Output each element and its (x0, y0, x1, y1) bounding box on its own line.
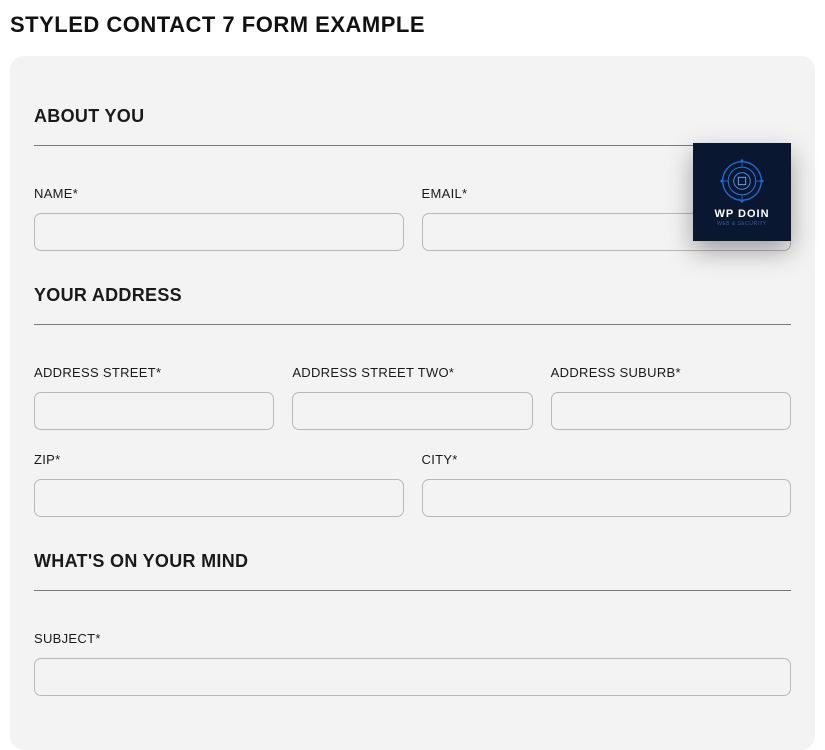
divider (34, 324, 791, 325)
field-subject: SUBJECT* (34, 631, 791, 696)
section-your-address: YOUR ADDRESS ADDRESS STREET* ADDRESS STR… (34, 285, 791, 517)
divider (34, 590, 791, 591)
input-city[interactable] (422, 479, 792, 517)
label-city: CITY* (422, 452, 792, 467)
divider (34, 145, 791, 146)
input-name[interactable] (34, 213, 404, 251)
label-zip: ZIP* (34, 452, 404, 467)
label-name: NAME* (34, 186, 404, 201)
section-about-you: ABOUT YOU NAME* EMAIL* (34, 106, 791, 251)
page-title: STYLED CONTACT 7 FORM EXAMPLE (0, 0, 825, 48)
row-address-three: ADDRESS STREET* ADDRESS STREET TWO* ADDR… (34, 365, 791, 430)
field-zip: ZIP* (34, 452, 404, 517)
field-street: ADDRESS STREET* (34, 365, 274, 430)
row-name-email: NAME* EMAIL* (34, 186, 791, 251)
section-title-address: YOUR ADDRESS (34, 285, 791, 306)
field-name: NAME* (34, 186, 404, 251)
field-suburb: ADDRESS SUBURB* (551, 365, 791, 430)
section-title-about: ABOUT YOU (34, 106, 791, 127)
input-street[interactable] (34, 392, 274, 430)
badge-text: WP DOIN (714, 208, 769, 220)
input-zip[interactable] (34, 479, 404, 517)
row-zip-city: ZIP* CITY* (34, 452, 791, 517)
circuit-globe-icon (719, 158, 765, 204)
row-subject: SUBJECT* (34, 631, 791, 696)
input-suburb[interactable] (551, 392, 791, 430)
wp-doin-badge: WP DOIN WEB & SECURITY (693, 143, 791, 241)
field-street-two: ADDRESS STREET TWO* (292, 365, 532, 430)
input-subject[interactable] (34, 658, 791, 696)
section-mind: WHAT'S ON YOUR MIND SUBJECT* (34, 551, 791, 696)
input-street-two[interactable] (292, 392, 532, 430)
field-city: CITY* (422, 452, 792, 517)
badge-subtext: WEB & SECURITY (717, 221, 767, 227)
label-street-two: ADDRESS STREET TWO* (292, 365, 532, 380)
section-title-mind: WHAT'S ON YOUR MIND (34, 551, 791, 572)
label-subject: SUBJECT* (34, 631, 791, 646)
label-street: ADDRESS STREET* (34, 365, 274, 380)
label-suburb: ADDRESS SUBURB* (551, 365, 791, 380)
